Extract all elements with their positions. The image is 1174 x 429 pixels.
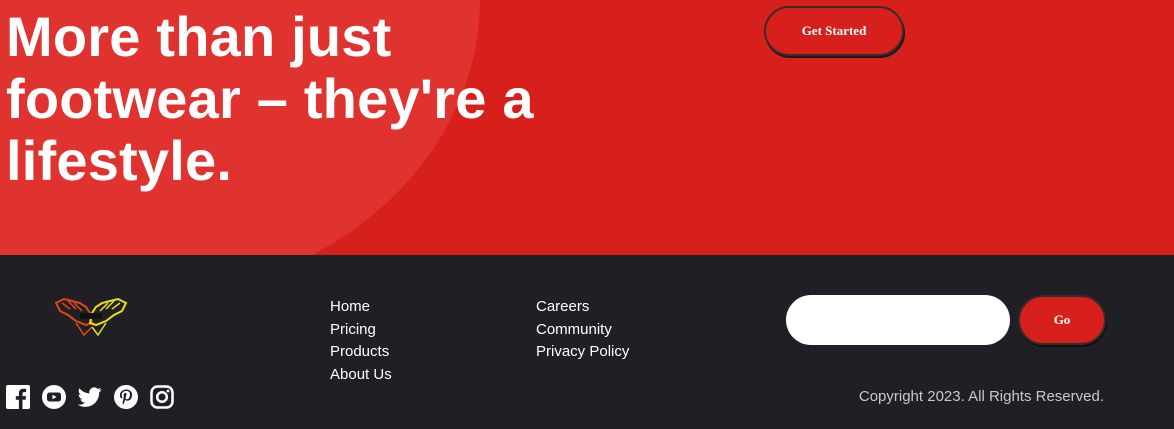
sneakers-logo-icon[interactable]: [50, 293, 132, 341]
pinterest-icon[interactable]: [114, 385, 138, 409]
footer-nav-item-about-us[interactable]: About Us: [330, 364, 392, 387]
footer-nav-secondary: Careers Community Privacy Policy: [536, 296, 629, 364]
footer-link-products[interactable]: Products: [330, 343, 389, 360]
footer-link-community[interactable]: Community: [536, 321, 612, 338]
newsletter-email-input[interactable]: [786, 295, 1010, 345]
facebook-icon[interactable]: [6, 385, 30, 409]
footer-link-privacy-policy[interactable]: Privacy Policy: [536, 343, 629, 360]
footer-nav-item-community[interactable]: Community: [536, 319, 629, 342]
footer-link-pricing[interactable]: Pricing: [330, 321, 376, 338]
instagram-icon[interactable]: [150, 385, 174, 409]
footer-nav-item-products[interactable]: Products: [330, 341, 392, 364]
footer-link-home[interactable]: Home: [330, 298, 370, 315]
footer-link-careers[interactable]: Careers: [536, 298, 589, 315]
footer-nav-item-privacy-policy[interactable]: Privacy Policy: [536, 341, 629, 364]
footer-nav-primary: Home Pricing Products About Us: [330, 296, 392, 386]
youtube-icon[interactable]: [42, 385, 66, 409]
twitter-icon[interactable]: [78, 385, 102, 409]
footer-link-about-us[interactable]: About Us: [330, 366, 392, 383]
get-started-button[interactable]: Get Started: [764, 6, 904, 56]
hero-title: More than just footwear – they're a life…: [6, 5, 534, 192]
footer-nav-item-pricing[interactable]: Pricing: [330, 319, 392, 342]
social-links: [6, 385, 174, 409]
footer-nav-item-careers[interactable]: Careers: [536, 296, 629, 319]
site-footer: Home Pricing Products About Us Careers C…: [0, 255, 1174, 429]
newsletter-go-button[interactable]: Go: [1018, 295, 1106, 345]
hero-section: More than just footwear – they're a life…: [0, 0, 1174, 255]
footer-nav-item-home[interactable]: Home: [330, 296, 392, 319]
copyright-text: Copyright 2023. All Rights Reserved.: [858, 388, 1104, 405]
